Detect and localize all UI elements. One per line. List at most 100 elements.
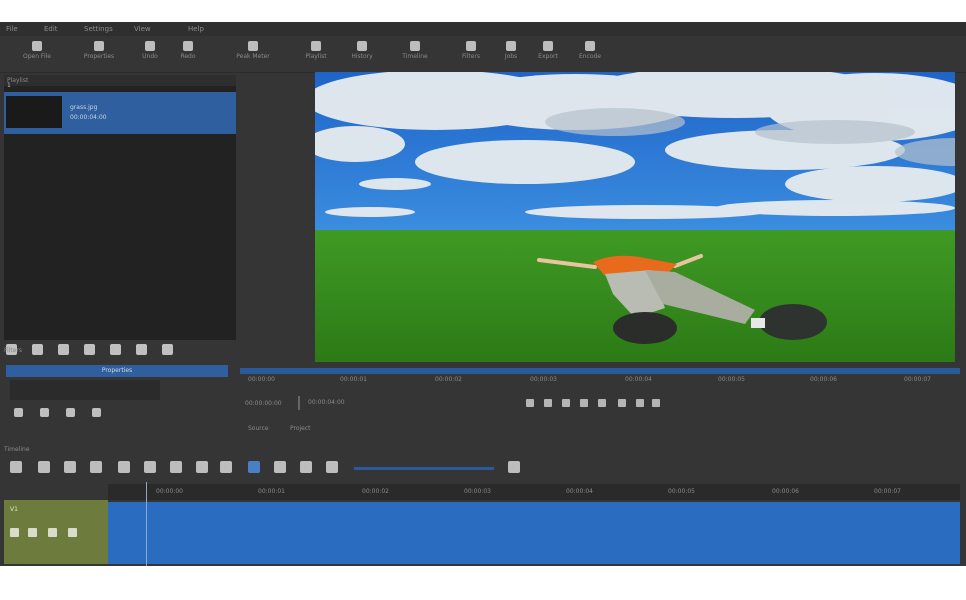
tab-properties[interactable]: Properties — [6, 365, 228, 377]
timecode-duration[interactable]: 00:00:04:00 — [298, 396, 368, 410]
meter-icon — [248, 41, 258, 51]
timeline-menu-icon[interactable] — [10, 461, 22, 473]
scrub-bar[interactable] — [240, 368, 960, 374]
timecode-position: 00:00:00:00 — [245, 400, 282, 407]
timeline-icon — [410, 41, 420, 51]
skip-end-icon[interactable] — [598, 399, 606, 407]
overwrite-icon[interactable] — [196, 461, 208, 473]
video-preview[interactable] — [315, 72, 955, 362]
properties-field[interactable] — [10, 380, 160, 400]
timeline-tick: 00:00:00 — [156, 488, 183, 495]
timeline-tick: 00:00:06 — [772, 488, 799, 495]
menu-bar: File Edit Settings View Help — [0, 22, 966, 36]
composite-icon[interactable] — [48, 528, 57, 537]
ruler-tick: 00:00:00 — [248, 376, 275, 383]
folder-icon — [32, 41, 42, 51]
skip-start-icon[interactable] — [526, 399, 534, 407]
timeline-clip[interactable] — [108, 502, 960, 564]
timeline-ruler[interactable]: 00:00:00 00:00:01 00:00:02 00:00:03 00:0… — [108, 484, 960, 500]
zoom-in-icon[interactable] — [508, 461, 520, 473]
cut-icon[interactable] — [38, 461, 50, 473]
export-button[interactable]: Export — [530, 38, 566, 70]
zoom-slider[interactable] — [354, 467, 494, 470]
main-toolbar: Open File Properties Undo Redo Peak Mete… — [0, 36, 966, 73]
zoom-icon[interactable] — [652, 399, 660, 407]
preview-image — [315, 72, 955, 362]
properties-button[interactable]: Properties — [76, 38, 122, 70]
remove-filter-icon[interactable] — [40, 408, 49, 417]
page-margin — [0, 566, 966, 600]
playlist-button[interactable]: Playlist — [294, 38, 338, 70]
mute-icon[interactable] — [10, 528, 19, 537]
clip-name: grass.jpg — [70, 104, 98, 111]
playlist-item[interactable]: 1 grass.jpg 00:00:04:00 — [4, 82, 236, 134]
ruler-tick: 00:00:06 — [810, 376, 837, 383]
rewind-icon[interactable] — [544, 399, 552, 407]
menu-file[interactable]: File — [6, 24, 18, 34]
volume-icon[interactable] — [618, 399, 626, 407]
playlist-panel: Playlist 1 grass.jpg 00:00:04:00 — [4, 75, 236, 340]
redo-button[interactable]: Redo — [170, 38, 206, 70]
ruler-tick: 00:00:07 — [904, 376, 931, 383]
filters-button[interactable]: Filters — [450, 38, 492, 70]
undo-button[interactable]: Undo — [132, 38, 168, 70]
zoom-out-icon[interactable] — [326, 461, 338, 473]
open-file-button[interactable]: Open File — [4, 38, 70, 70]
timeline-tick: 00:00:04 — [566, 488, 593, 495]
timeline-toolbar — [4, 456, 960, 482]
clip-thumbnail — [6, 96, 62, 128]
scrub-icon[interactable] — [274, 461, 286, 473]
menu-view[interactable]: View — [134, 24, 151, 34]
paste-filter-icon[interactable] — [92, 408, 101, 417]
timeline-tick: 00:00:07 — [874, 488, 901, 495]
paste-icon[interactable] — [90, 461, 102, 473]
player-ruler[interactable]: 00:00:00 00:00:01 00:00:02 00:00:03 00:0… — [240, 366, 960, 384]
track-header[interactable]: V1 — [4, 500, 108, 564]
jobs-button[interactable]: Jobs — [496, 38, 526, 70]
export-icon — [543, 41, 553, 51]
fast-forward-icon[interactable] — [580, 399, 588, 407]
split-icon[interactable] — [220, 461, 232, 473]
tab-project[interactable]: Project — [290, 425, 311, 432]
play-icon[interactable] — [562, 399, 570, 407]
snap-icon[interactable] — [248, 461, 260, 473]
encode-icon — [585, 41, 595, 51]
encode-button[interactable]: Encode — [570, 38, 610, 70]
grid-toggle-icon[interactable] — [636, 399, 644, 407]
lock-icon[interactable] — [68, 528, 77, 537]
timeline-tick: 00:00:03 — [464, 488, 491, 495]
hide-icon[interactable] — [28, 528, 37, 537]
timeline-tick: 00:00:02 — [362, 488, 389, 495]
playlist-header: Playlist — [4, 75, 236, 86]
ruler-tick: 00:00:02 — [435, 376, 462, 383]
append-icon[interactable] — [118, 461, 130, 473]
track-label: V1 — [10, 506, 18, 513]
clip-duration: 00:00:04:00 — [70, 114, 107, 121]
menu-settings[interactable]: Settings — [84, 24, 113, 34]
ripple-icon[interactable] — [300, 461, 312, 473]
filters-header: Filters — [4, 347, 22, 354]
info-icon — [94, 41, 104, 51]
redo-icon — [183, 41, 193, 51]
ripple-delete-icon[interactable] — [144, 461, 156, 473]
tab-source[interactable]: Source — [248, 425, 269, 432]
lift-icon[interactable] — [170, 461, 182, 473]
playlist-icon — [311, 41, 321, 51]
add-filter-icon[interactable] — [14, 408, 23, 417]
timeline-tick: 00:00:01 — [258, 488, 285, 495]
timeline-header: Timeline — [4, 446, 30, 453]
history-icon — [357, 41, 367, 51]
copy-icon[interactable] — [64, 461, 76, 473]
copy-filter-icon[interactable] — [66, 408, 75, 417]
peak-meter-button[interactable]: Peak Meter — [216, 38, 290, 70]
filter-icon — [466, 41, 476, 51]
undo-icon — [145, 41, 155, 51]
menu-help[interactable]: Help — [188, 24, 204, 34]
clip-number: 1 — [7, 82, 11, 89]
playhead[interactable] — [146, 482, 147, 566]
timeline-button[interactable]: Timeline — [384, 38, 446, 70]
history-button[interactable]: History — [342, 38, 382, 70]
menu-edit[interactable]: Edit — [44, 24, 58, 34]
timeline-tick: 00:00:05 — [668, 488, 695, 495]
ruler-tick: 00:00:04 — [625, 376, 652, 383]
